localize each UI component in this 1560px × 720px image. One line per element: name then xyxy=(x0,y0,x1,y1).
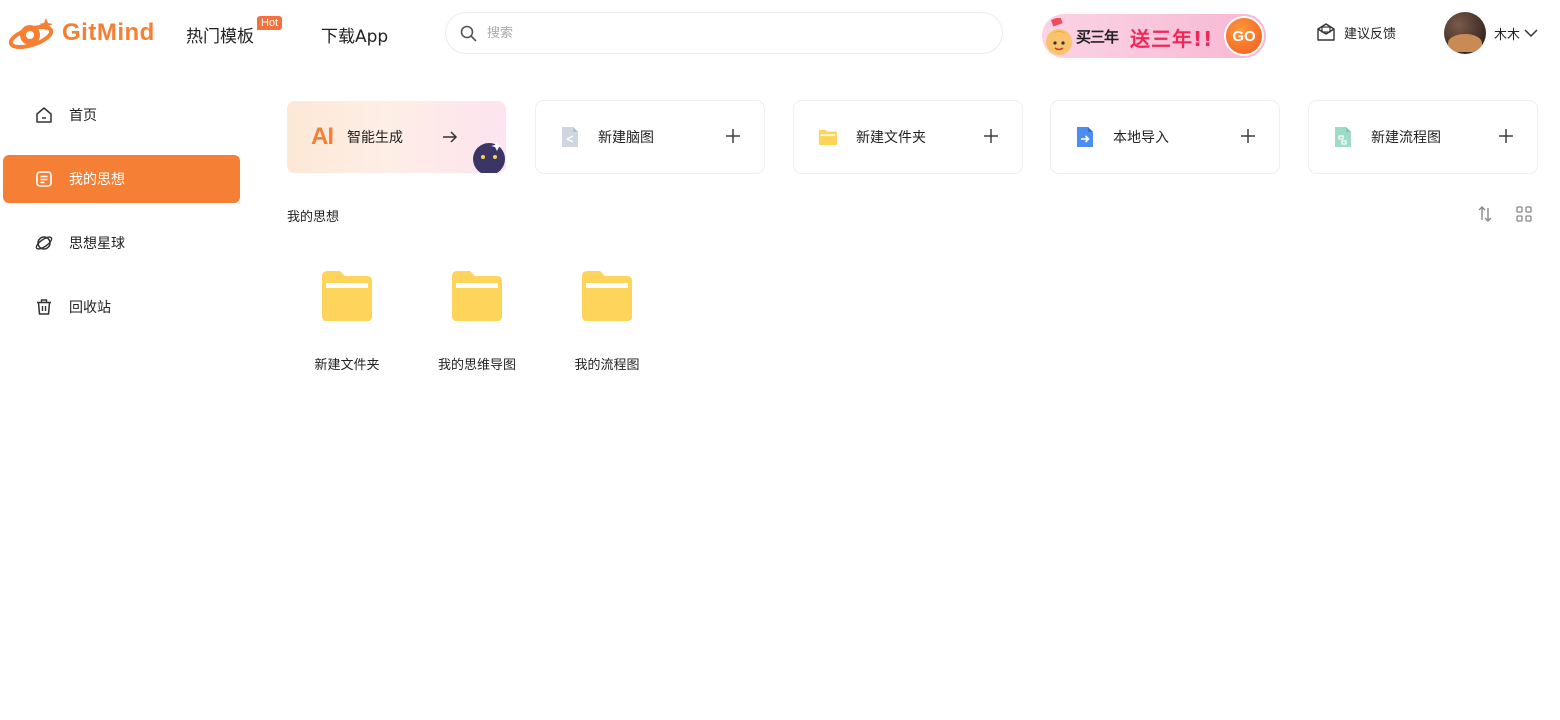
sidebar: 首页 我的思想 思想星球 回收站 xyxy=(0,74,256,720)
card-label: 新建流程图 xyxy=(1371,130,1441,146)
plus-icon xyxy=(1499,129,1513,143)
folder-name: 我的流程图 xyxy=(574,358,640,373)
grid-view-icon[interactable] xyxy=(1515,205,1533,223)
new-mindmap-card[interactable]: 新建脑图 xyxy=(536,101,764,173)
promo-text-buy: 买三年 xyxy=(1076,28,1119,46)
card-label: 新建脑图 xyxy=(598,130,654,146)
home-icon xyxy=(34,105,54,125)
sidebar-item-home[interactable]: 首页 xyxy=(3,91,240,139)
ai-generate-label: 智能生成 xyxy=(347,130,403,146)
user-name: 木木 xyxy=(1494,27,1521,43)
planet-icon xyxy=(34,233,54,253)
brand-name: GitMind xyxy=(62,19,155,46)
document-icon xyxy=(34,169,54,189)
local-import-card[interactable]: 本地导入 xyxy=(1051,101,1279,173)
feedback-mail-icon xyxy=(1317,23,1335,41)
folder-name: 我的思维导图 xyxy=(437,358,516,373)
promo-mascot-icon xyxy=(1046,18,1072,55)
nav-download-app[interactable]: 下载App xyxy=(321,22,388,47)
feedback-label: 建议反馈 xyxy=(1344,26,1397,42)
folder-item[interactable]: 我的思维导图 xyxy=(412,268,542,373)
card-label: 本地导入 xyxy=(1113,130,1169,146)
gitmind-logo-icon xyxy=(8,18,54,50)
sidebar-item-label: 回收站 xyxy=(69,300,111,316)
plus-icon xyxy=(726,129,740,143)
sidebar-item-planet[interactable]: 思想星球 xyxy=(3,219,240,267)
hot-badge: Hot xyxy=(257,16,283,30)
folder-icon xyxy=(818,125,838,149)
plus-icon xyxy=(984,129,998,143)
avatar[interactable] xyxy=(1444,12,1486,54)
promo-text-gift: 送三年!! xyxy=(1130,27,1214,51)
sidebar-item-trash[interactable]: 回收站 xyxy=(3,283,240,331)
trash-icon xyxy=(34,297,54,317)
folder-icon xyxy=(452,271,502,321)
robot-mascot-icon xyxy=(473,141,505,173)
search-box[interactable] xyxy=(446,13,1002,53)
import-file-icon xyxy=(1075,125,1095,149)
user-menu[interactable]: 木木 xyxy=(1444,12,1538,54)
mindmap-file-icon xyxy=(560,125,580,149)
section-title: 我的思想 xyxy=(287,210,340,225)
folder-item[interactable]: 我的流程图 xyxy=(542,268,672,373)
promo-go-button[interactable]: GO xyxy=(1226,18,1262,54)
arrow-right-icon xyxy=(443,131,458,143)
sidebar-item-my-thoughts[interactable]: 我的思想 xyxy=(3,155,240,203)
folder-icon xyxy=(322,271,372,321)
search-icon xyxy=(460,25,477,41)
folder-icon xyxy=(582,271,632,321)
folder-name: 新建文件夹 xyxy=(314,358,380,373)
sidebar-item-label: 首页 xyxy=(69,108,97,124)
top-header: GitMind 热门模板 Hot 下载App 买三年 送三年!! GO 建议反 xyxy=(0,0,1560,66)
new-flowchart-card[interactable]: 新建流程图 xyxy=(1309,101,1537,173)
card-label: 新建文件夹 xyxy=(856,130,926,146)
chevron-down-icon xyxy=(1524,29,1538,38)
nav-templates[interactable]: 热门模板 xyxy=(186,22,254,47)
plus-icon xyxy=(1241,129,1255,143)
promo-banner[interactable]: 买三年 送三年!! GO xyxy=(1038,8,1266,60)
feedback-button[interactable]: 建议反馈 xyxy=(1316,22,1396,42)
flowchart-file-icon xyxy=(1333,125,1353,149)
sort-icon[interactable] xyxy=(1476,205,1494,223)
folder-item[interactable]: 新建文件夹 xyxy=(282,268,412,373)
new-folder-card[interactable]: 新建文件夹 xyxy=(794,101,1022,173)
brand-logo[interactable]: GitMind xyxy=(8,14,155,52)
ai-generate-card[interactable]: AI 智能生成 xyxy=(287,101,506,173)
ai-mark: AI xyxy=(311,123,334,150)
sidebar-item-label: 我的思想 xyxy=(69,172,125,188)
search-input[interactable] xyxy=(487,25,967,41)
sidebar-item-label: 思想星球 xyxy=(69,236,125,252)
